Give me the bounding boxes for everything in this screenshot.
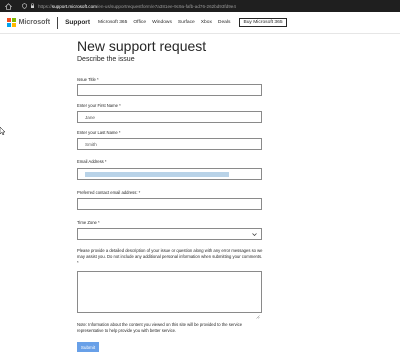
home-icon[interactable] [4,2,12,10]
url-host: support.microsoft.com [51,3,97,9]
first-name-input[interactable]: Jane [77,111,262,123]
resize-grip-icon[interactable] [255,306,260,319]
nav-xbox[interactable]: Xbox [201,20,212,25]
url-path: /en-us/supportrequestform/e7a381ee-9c9a-… [96,3,236,9]
email-label: Email Address * [77,159,107,164]
page-subtitle: Describe the issue [77,56,135,63]
page-title: New support request [77,38,207,54]
shield-icon [22,2,27,10]
preferred-email-input[interactable] [77,198,262,210]
timezone-select[interactable] [77,228,262,240]
description-textarea[interactable] [77,271,262,319]
email-value-redacted [85,171,229,177]
header-divider [57,16,59,29]
preferred-email-label: Preferred contact email address: * [77,190,141,195]
microsoft-logo-icon [7,18,16,27]
top-nav: Microsoft 365 Office Windows Surface Xbo… [98,18,287,27]
site-header: Microsoft Support Microsoft 365 Office W… [0,12,400,34]
support-link[interactable]: Support [65,19,90,26]
description-label: Please provide a detailed description of… [77,248,263,265]
buy-microsoft-365-button[interactable]: Buy Microsoft 365 [239,18,287,27]
first-name-label: Enter your First Name * [77,103,121,108]
nav-microsoft-365[interactable]: Microsoft 365 [98,20,127,25]
nav-surface[interactable]: Surface [178,20,195,25]
issue-title-input[interactable] [77,84,262,96]
privacy-note: Note: Information about the content you … [77,322,243,333]
chevron-down-icon [252,232,257,237]
last-name-input[interactable]: Smith [77,138,262,150]
issue-title-label: Issue Title * [77,77,99,82]
email-input[interactable] [77,168,262,180]
mouse-cursor-icon [0,122,6,140]
nav-deals[interactable]: Deals [218,20,231,25]
address-bar[interactable]: https://support.microsoft.com/en-us/supp… [16,2,396,11]
brand-name: Microsoft [18,19,51,26]
nav-office[interactable]: Office [133,20,146,25]
last-name-label: Enter your Last Name * [77,130,121,135]
lock-icon [30,2,35,10]
nav-windows[interactable]: Windows [152,20,172,25]
url-prefix: https:// [38,3,52,9]
microsoft-logo[interactable]: Microsoft [7,18,50,27]
browser-toolbar: https://support.microsoft.com/en-us/supp… [0,0,400,12]
submit-button[interactable]: Submit [77,342,99,352]
timezone-label: Time Zone * [77,220,100,225]
